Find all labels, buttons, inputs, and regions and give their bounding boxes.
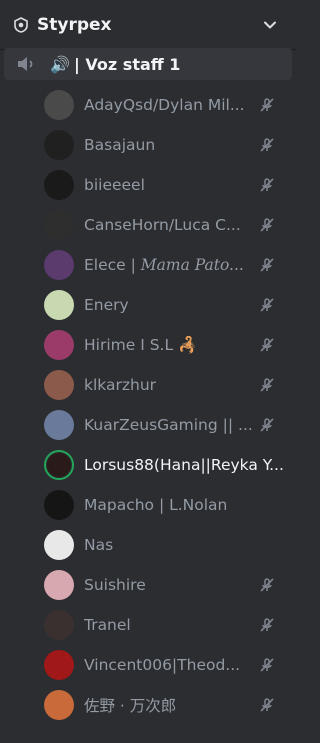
shield-icon [13, 16, 29, 33]
muted-mic-icon [258, 216, 276, 234]
server-name: Styrpex [37, 14, 112, 35]
username-plain: Elece | [84, 256, 141, 274]
avatar [44, 210, 74, 240]
list-item[interactable]: CanseHorn/Luca C... [44, 205, 284, 245]
muted-mic-icon [258, 656, 276, 674]
username-plain: Hirime I S.L [84, 336, 174, 354]
avatar [44, 530, 74, 560]
list-item[interactable]: Mapacho | L.Nolan [44, 485, 284, 525]
username: klkarzhur [84, 376, 157, 394]
username: biieeeel [84, 176, 145, 194]
avatar [44, 130, 74, 160]
username: 佐野 · 万次郎 [84, 697, 177, 715]
username: Suishire [84, 576, 146, 594]
avatar [44, 370, 74, 400]
avatar [44, 450, 74, 480]
list-item[interactable]: Elece | Mama Pato... [44, 245, 284, 285]
list-item[interactable]: Tranel [44, 605, 284, 645]
voice-channel[interactable]: 🔊 | Voz staff 1 [4, 48, 292, 80]
server-header[interactable]: Styrpex [0, 0, 296, 50]
username: Hirime I S.L 🦂 [84, 336, 254, 354]
list-item[interactable]: biieeeel [44, 165, 284, 205]
list-item[interactable]: Enery [44, 285, 284, 325]
list-item[interactable]: Nas [44, 525, 284, 565]
avatar [44, 490, 74, 520]
muted-mic-icon [258, 96, 276, 114]
list-item[interactable]: 佐野 · 万次郎 [44, 685, 284, 725]
username: Nas [84, 536, 114, 554]
muted-mic-icon [258, 416, 276, 434]
list-item[interactable]: Basajaun [44, 125, 284, 165]
avatar [44, 650, 74, 680]
username: Elece | Mama Pato... [84, 256, 254, 274]
avatar [44, 410, 74, 440]
avatar [44, 610, 74, 640]
muted-mic-icon [258, 616, 276, 634]
avatar [44, 170, 74, 200]
list-item[interactable]: Hirime I S.L 🦂 [44, 325, 284, 365]
username: AdayQsd/Dylan Mil... [84, 96, 245, 114]
chevron-down-icon[interactable] [262, 17, 278, 33]
muted-mic-icon [258, 696, 276, 714]
username: Tranel [84, 616, 131, 634]
muted-mic-icon [258, 576, 276, 594]
username: Basajaun [84, 136, 156, 154]
username: Enery [84, 296, 129, 314]
list-item[interactable]: klkarzhur [44, 365, 284, 405]
username: CanseHorn/Luca C... [84, 216, 241, 234]
muted-mic-icon [258, 136, 276, 154]
avatar [44, 690, 74, 720]
muted-mic-icon [258, 256, 276, 274]
channel-name: | Voz staff 1 [74, 54, 181, 74]
list-item[interactable]: Vincent006|Theod... [44, 645, 284, 685]
speaker-emoji: 🔊 [50, 54, 70, 74]
list-item[interactable]: AdayQsd/Dylan Mil... [44, 85, 284, 125]
list-item[interactable]: Lorsus88(Hana||Reyka Y... [44, 445, 284, 485]
list-item[interactable]: Suishire [44, 565, 284, 605]
avatar [44, 250, 74, 280]
muted-mic-icon [258, 296, 276, 314]
volume-icon [16, 55, 38, 73]
username: Vincent006|Theod... [84, 656, 241, 674]
username: Mapacho | L.Nolan [84, 496, 228, 514]
muted-mic-icon [258, 176, 276, 194]
username-italic: Mama Pato... [140, 256, 244, 274]
avatar [44, 570, 74, 600]
list-item[interactable]: KuarZeusGaming || ... [44, 405, 284, 445]
username: KuarZeusGaming || ... [84, 416, 253, 434]
avatar [44, 290, 74, 320]
avatar [44, 330, 74, 360]
username: Lorsus88(Hana||Reyka Y... [84, 456, 284, 474]
avatar [44, 90, 74, 120]
muted-mic-icon [258, 336, 276, 354]
muted-mic-icon [258, 376, 276, 394]
scorpion-emoji: 🦂 [178, 336, 198, 354]
